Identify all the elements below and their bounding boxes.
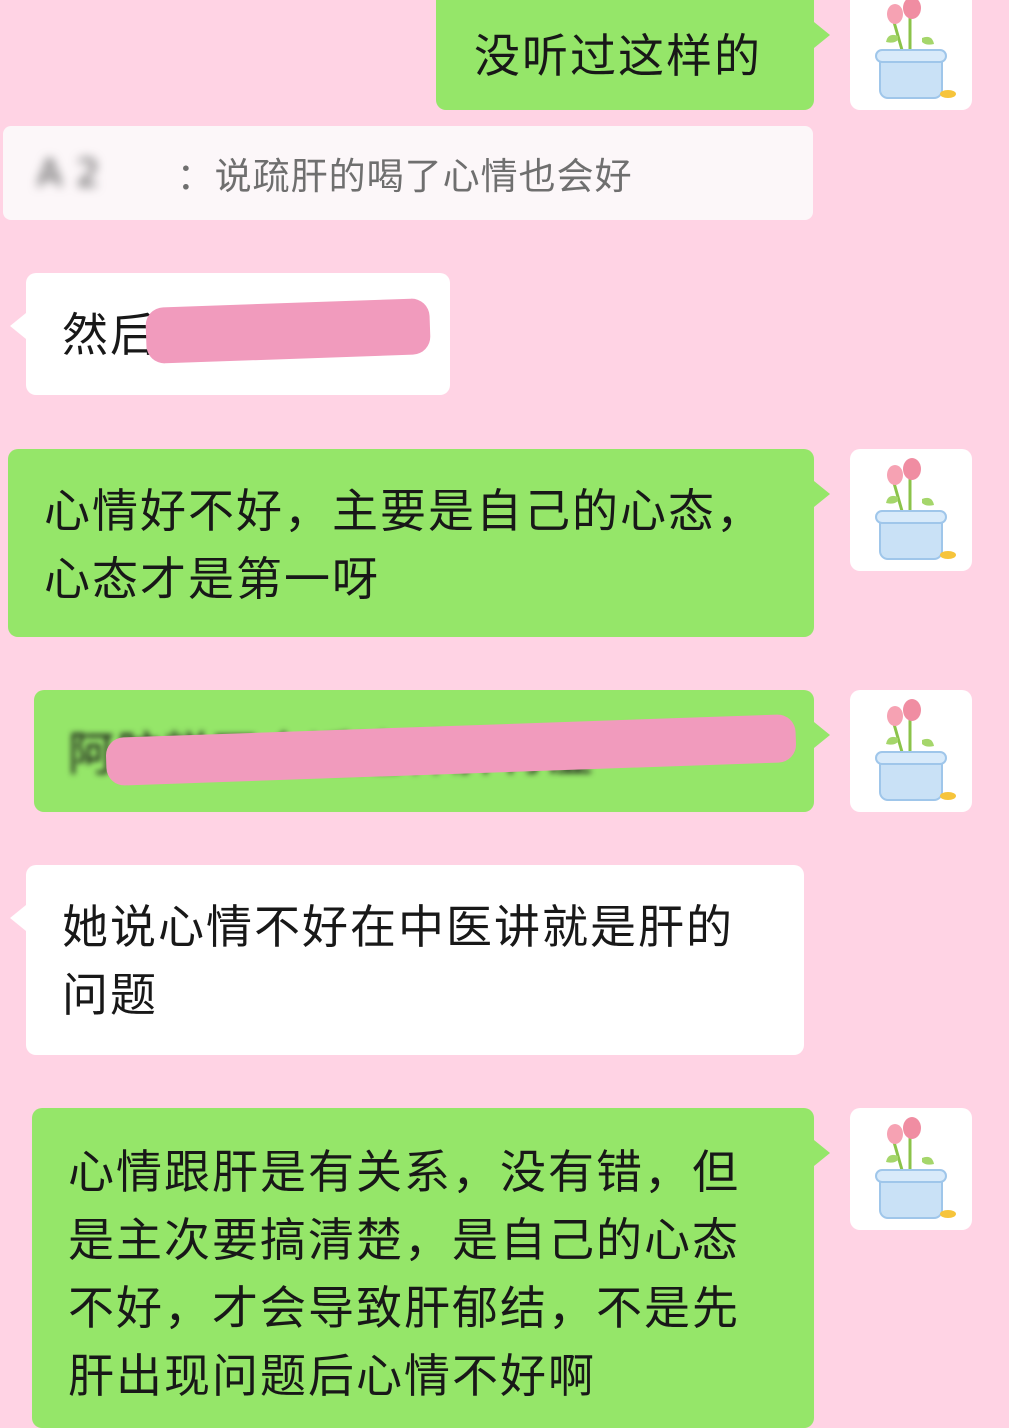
quoted-sender-name: A 2 [37, 151, 101, 195]
quote-separator: ： [176, 155, 215, 198]
message-text: 然后 [62, 308, 158, 362]
message-line: 肝出现问题后心情不好啊 [68, 1349, 596, 1403]
tulip-pot-icon [875, 1117, 956, 1219]
message-line: 不好，才会导致肝郁结，不是先 [68, 1281, 740, 1335]
message-bubble-self[interactable]: 没听过这样的 [436, 0, 830, 110]
quoted-text: 说疏肝的喝了心情也会好 [214, 155, 633, 198]
message-line: 问题 [62, 968, 158, 1022]
message-line: 心态才是第一呀 [44, 552, 380, 606]
message-text: 没听过这样的 [474, 29, 762, 83]
redaction-mark [145, 298, 431, 364]
message-line: 是主次要搞清楚，是自己的心态 [68, 1213, 740, 1267]
tulip-pot-icon [875, 699, 956, 801]
avatar[interactable] [850, 449, 972, 571]
message-bubble-self[interactable]: 心情跟肝是有关系，没有错，但 是主次要搞清楚，是自己的心态 不好，才会导致肝郁结… [32, 1108, 830, 1428]
message-line: 她说心情不好在中医讲就是肝的 [62, 900, 734, 954]
message-line: 心情跟肝是有关系，没有错，但 [68, 1145, 740, 1199]
quoted-message[interactable]: A 2 ： 说疏肝的喝了心情也会好 [3, 126, 813, 220]
tulip-pot-icon [875, 0, 956, 99]
message-line: 心情好不好，主要是自己的心态， [44, 484, 764, 538]
avatar[interactable] [850, 0, 972, 110]
message-bubble-self[interactable]: 心情好不好，主要是自己的心态， 心态才是第一呀 [8, 449, 830, 637]
avatar[interactable] [850, 690, 972, 812]
message-bubble-other[interactable]: 她说心情不好在中医讲就是肝的 问题 [10, 865, 804, 1055]
tulip-pot-icon [875, 458, 956, 560]
avatar[interactable] [850, 1108, 972, 1230]
message-bubble-self[interactable]: 阿胶糕不会适这种脾胃虚 [34, 690, 830, 812]
message-bubble-other[interactable]: 然后 [10, 273, 450, 395]
